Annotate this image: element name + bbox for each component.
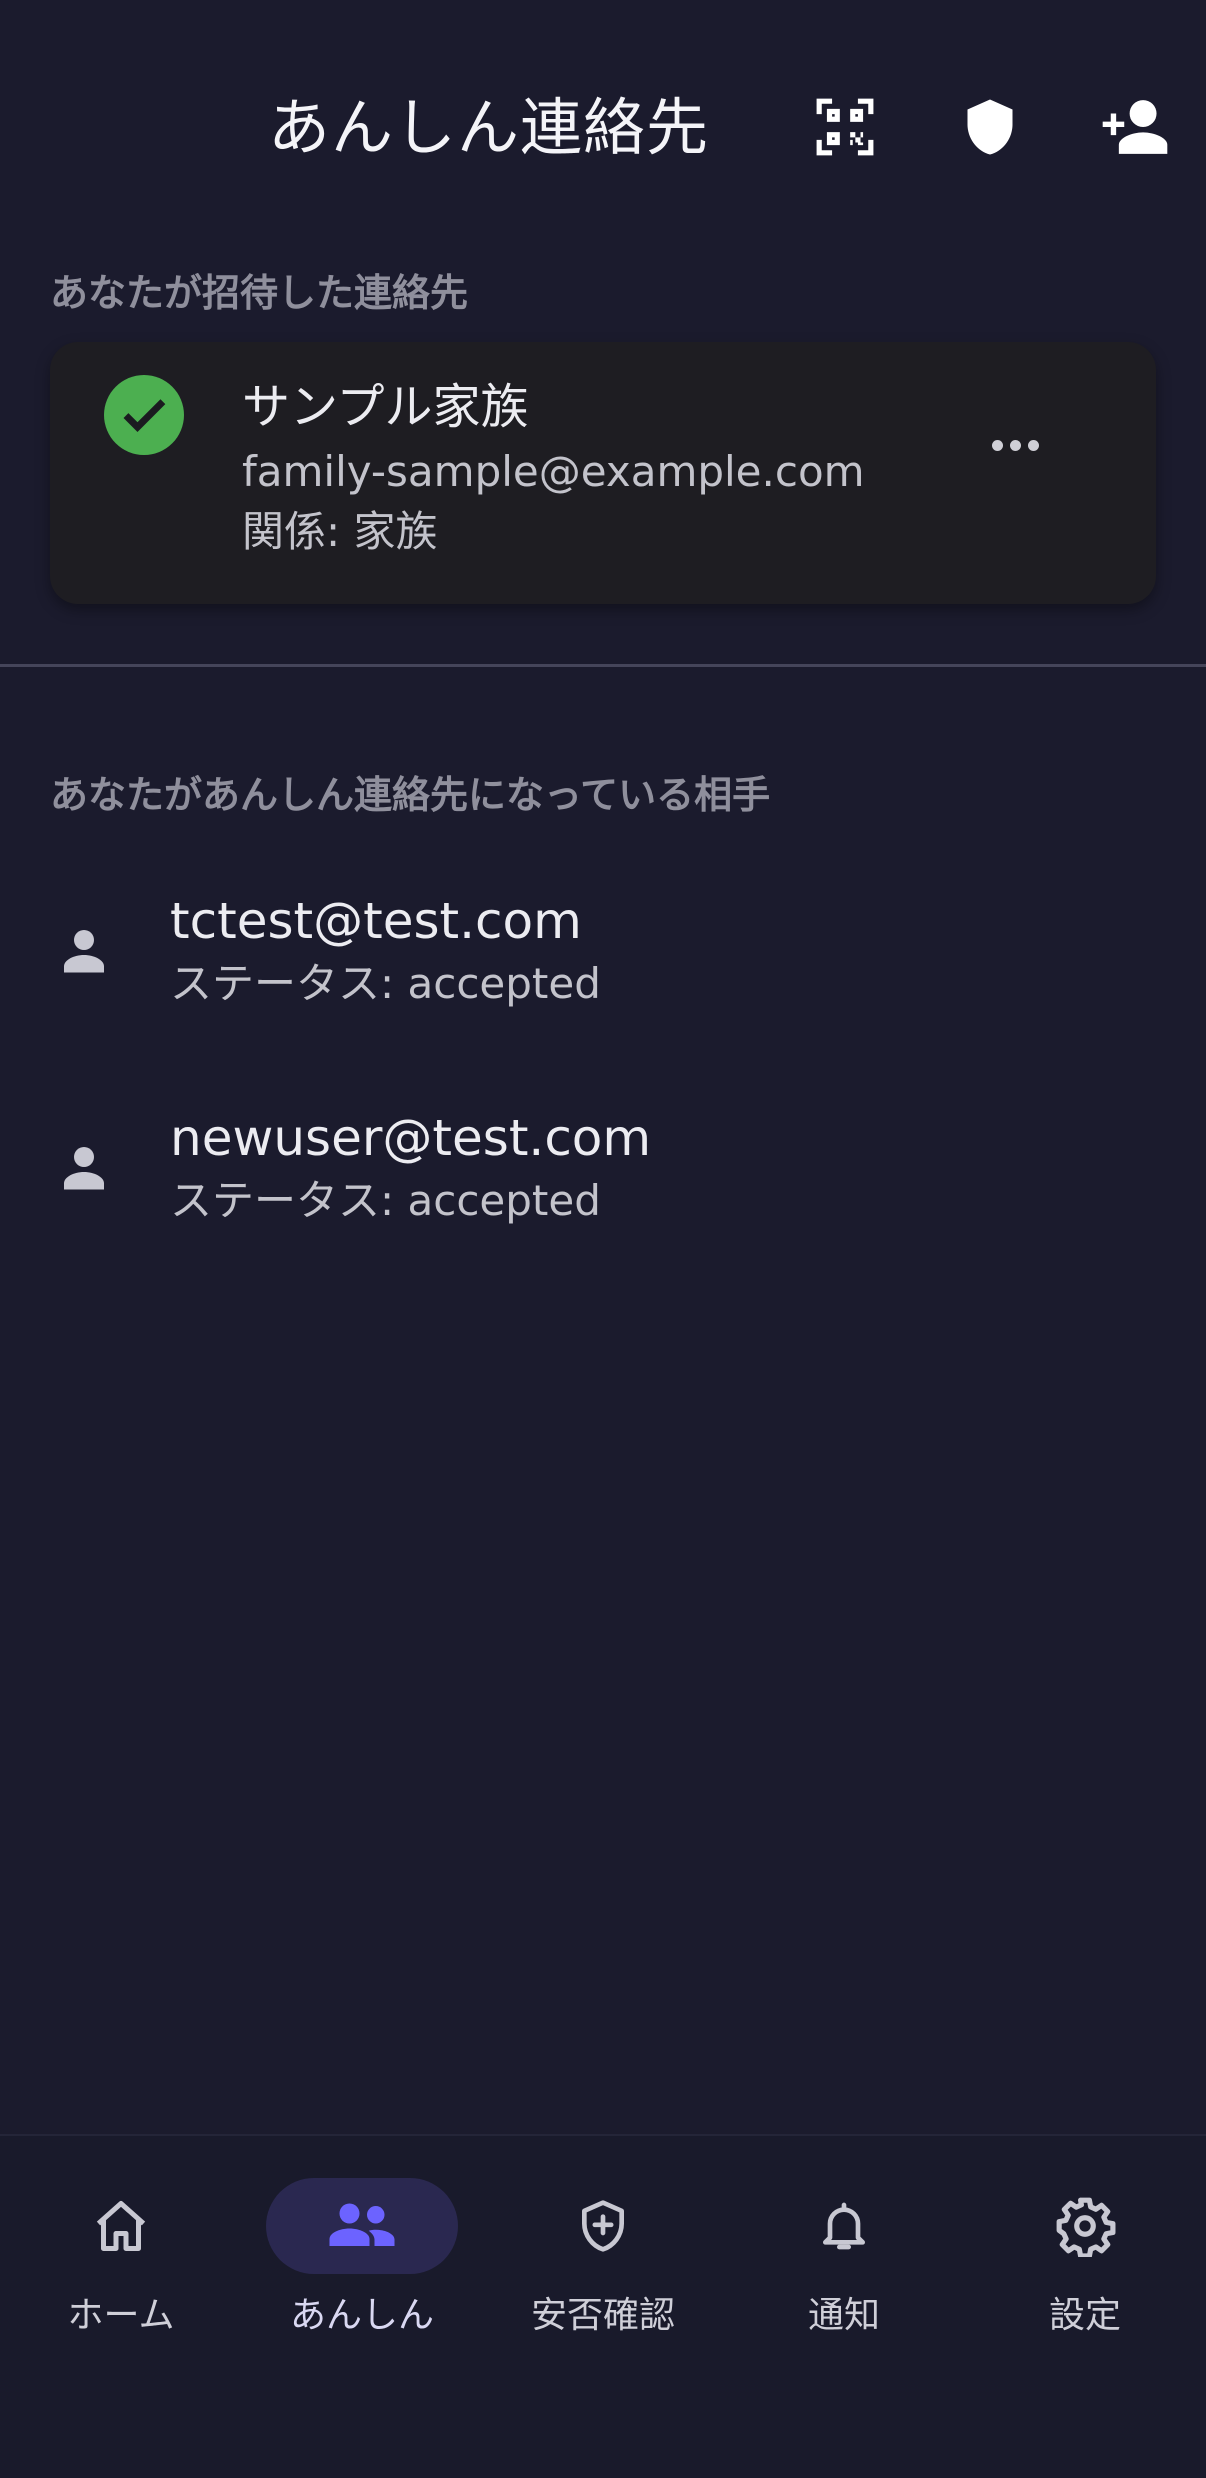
contact-email: newuser@test.com [170, 1109, 652, 1167]
home-icon [96, 2201, 146, 2251]
group-icon [329, 2203, 395, 2246]
nav-item-settings[interactable]: 設定 [964, 2178, 1206, 2358]
bell-icon [823, 2202, 865, 2250]
qr-scan-button[interactable] [800, 82, 890, 172]
nav-item-notifications[interactable]: 通知 [723, 2178, 965, 2358]
contact-status: ステータス: accepted [170, 959, 601, 1008]
nav-item-safety-check[interactable]: 安否確認 [482, 2178, 724, 2358]
shield-icon [967, 99, 1013, 155]
list-item[interactable]: newuser@test.com ステータス: accepted [0, 1077, 1206, 1277]
contact-status: ステータス: accepted [170, 1176, 601, 1225]
list-item[interactable]: tctest@test.com ステータス: accepted [0, 860, 1206, 1060]
nav-label: ホーム [67, 2295, 175, 2336]
contact-relation: 関係: 家族 [242, 507, 438, 556]
nav-label: あんしん [289, 2295, 434, 2336]
nav-label: 通知 [807, 2295, 880, 2336]
app-bar: あんしん連絡先 [0, 0, 1206, 260]
qr-code-icon [816, 98, 874, 156]
contact-email: tctest@test.com [170, 892, 582, 950]
divider [0, 664, 1206, 667]
safety-button[interactable] [945, 82, 1035, 172]
shield-plus-icon [582, 2200, 624, 2252]
nav-label: 設定 [1048, 2295, 1121, 2336]
nav-label: 安否確認 [530, 2295, 675, 2336]
nav-item-home[interactable]: ホーム [0, 2178, 242, 2358]
add-contact-button[interactable] [1090, 82, 1180, 172]
person-icon [64, 1147, 104, 1190]
contact-name: サンプル家族 [242, 379, 529, 435]
section-label-contacts-of: あなたがあんしん連絡先になっている相手 [50, 773, 771, 817]
bottom-navigation: ホーム あんしん 安否確認 通知 設定 [0, 2134, 1206, 2478]
invited-contact-card[interactable]: サンプル家族 family-sample@example.com 関係: 家族 [50, 342, 1156, 604]
more-horiz-icon [991, 439, 1039, 451]
check-circle-icon [104, 375, 184, 455]
person-add-icon [1102, 100, 1168, 154]
page-title: あんしん連絡先 [268, 91, 710, 164]
more-options-button[interactable] [970, 400, 1060, 490]
section-label-invited: あなたが招待した連絡先 [50, 271, 469, 315]
app-screen: あんしん連絡先 あなたが招待した連絡先 サンプル家族 family-sample… [0, 0, 1206, 2478]
contact-email: family-sample@example.com [242, 447, 865, 496]
gear-icon [1056, 2197, 1116, 2257]
person-icon [64, 930, 104, 973]
nav-item-anshin[interactable]: あんしん [241, 2178, 483, 2358]
